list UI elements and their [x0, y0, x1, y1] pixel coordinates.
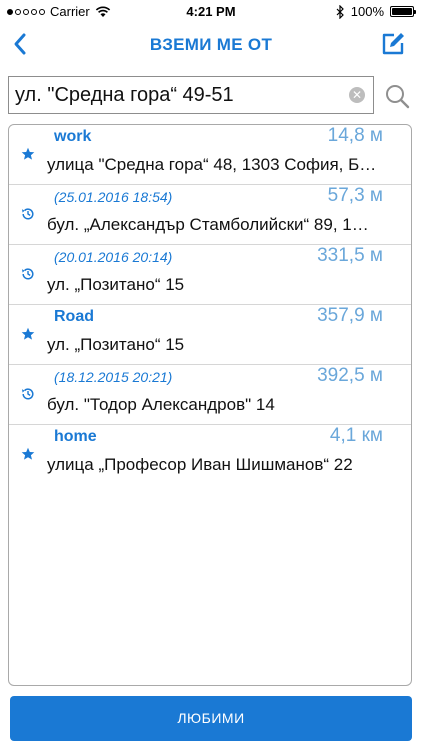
nav-bar: ВЗЕМИ МЕ ОТ — [0, 24, 422, 64]
status-bar: Carrier 4:21 PM 100% — [0, 0, 422, 24]
edit-button[interactable] — [380, 31, 406, 57]
star-icon — [21, 147, 35, 160]
item-address: бул. „Александър Стамболийски“ 89, 1303 … — [47, 215, 377, 234]
battery-icon — [390, 6, 416, 17]
item-label: home — [54, 428, 97, 445]
search-box: ✕ — [8, 76, 374, 114]
item-distance: 14,8 м — [327, 125, 383, 146]
bluetooth-icon — [336, 4, 344, 19]
item-label: work — [54, 128, 92, 145]
item-date: (25.01.2016 18:54) — [54, 189, 173, 205]
battery-percent: 100% — [350, 4, 384, 19]
favorites-button[interactable]: ЛЮБИМИ — [10, 696, 412, 741]
item-address: улица „Професор Иван Шишманов“ 22 — [47, 455, 353, 474]
item-distance: 4,1 км — [329, 425, 383, 446]
star-icon — [21, 327, 35, 340]
history-icon — [22, 208, 34, 220]
history-icon — [22, 268, 34, 280]
item-date: (18.12.2015 20:21) — [54, 369, 173, 385]
edit-icon — [382, 33, 404, 55]
list-item[interactable]: (18.12.2015 20:21) 392,5 м бул. "Тодор А… — [9, 365, 411, 425]
history-icon — [22, 388, 34, 400]
star-icon — [21, 447, 35, 460]
clear-icon[interactable]: ✕ — [349, 87, 365, 103]
list-item[interactable]: (20.01.2016 20:14) 331,5 м ул. „Позитано… — [9, 245, 411, 305]
search-button[interactable] — [384, 83, 410, 109]
item-address: бул. "Тодор Александров" 14 — [47, 395, 275, 414]
item-date: (20.01.2016 20:14) — [54, 249, 173, 265]
list-item[interactable]: Road 357,9 м ул. „Позитано“ 15 — [9, 305, 411, 365]
item-address: ул. „Позитано“ 15 — [47, 335, 185, 354]
results-list: work 14,8 м улица "Средна гора“ 48, 1303… — [8, 124, 412, 686]
item-label: Road — [54, 308, 94, 325]
list-item[interactable]: (25.01.2016 18:54) 57,3 м бул. „Александ… — [9, 185, 411, 245]
item-address: ул. „Позитано“ 15 — [47, 275, 185, 294]
item-distance: 57,3 м — [327, 185, 383, 206]
search-input[interactable] — [15, 77, 349, 113]
item-distance: 331,5 м — [317, 245, 383, 266]
item-distance: 392,5 м — [317, 365, 383, 386]
page-title: ВЗЕМИ МЕ ОТ — [149, 35, 273, 54]
item-distance: 357,9 м — [317, 305, 383, 326]
list-item[interactable]: work 14,8 м улица "Средна гора“ 48, 1303… — [9, 125, 411, 185]
list-item[interactable]: home 4,1 км улица „Професор Иван Шишмано… — [9, 425, 411, 485]
search-icon — [386, 85, 410, 109]
status-right: 100% — [336, 4, 416, 19]
item-address: улица "Средна гора“ 48, 1303 София, Бълг… — [47, 155, 377, 174]
